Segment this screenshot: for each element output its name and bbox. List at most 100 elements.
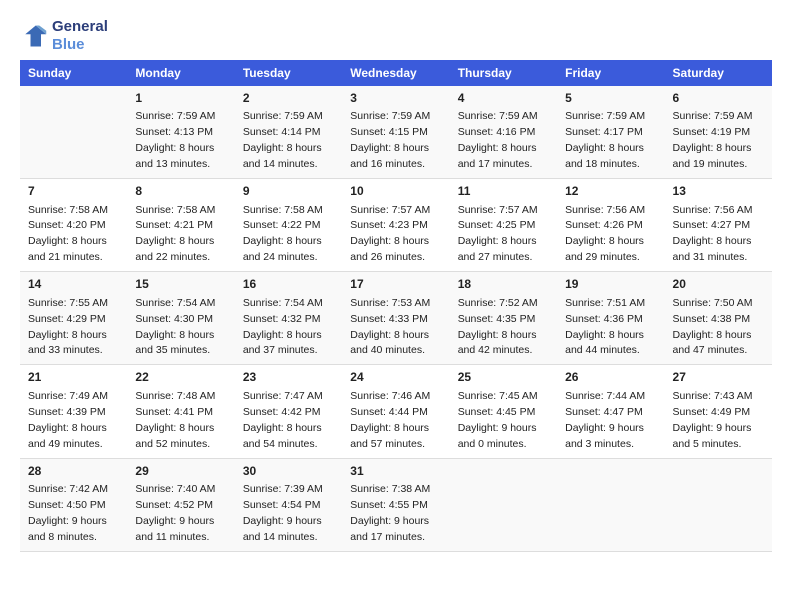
sunset-text: Sunset: 4:26 PM [565,219,643,231]
cell-w5-d2: 30Sunrise: 7:39 AMSunset: 4:54 PMDayligh… [235,458,342,551]
sunrise-text: Sunrise: 7:58 AM [135,204,215,216]
day-number: 6 [673,90,764,107]
sunrise-text: Sunrise: 7:56 AM [673,204,753,216]
cell-w3-d1: 15Sunrise: 7:54 AMSunset: 4:30 PMDayligh… [127,272,234,365]
daylight-text: Daylight: 9 hours and 14 minutes. [243,515,322,543]
cell-w1-d1: 1Sunrise: 7:59 AMSunset: 4:13 PMDaylight… [127,86,234,179]
week-row-5: 28Sunrise: 7:42 AMSunset: 4:50 PMDayligh… [20,458,772,551]
day-number: 23 [243,369,334,386]
logo-text: General Blue [52,18,108,54]
cell-w5-d6 [665,458,772,551]
col-tuesday: Tuesday [235,60,342,86]
day-number: 5 [565,90,656,107]
page: General Blue Sunday Monday Tuesday Wedne… [0,0,792,562]
day-number: 24 [350,369,441,386]
day-number: 2 [243,90,334,107]
day-number: 10 [350,183,441,200]
cell-w2-d3: 10Sunrise: 7:57 AMSunset: 4:23 PMDayligh… [342,179,449,272]
cell-w4-d0: 21Sunrise: 7:49 AMSunset: 4:39 PMDayligh… [20,365,127,458]
cell-w5-d0: 28Sunrise: 7:42 AMSunset: 4:50 PMDayligh… [20,458,127,551]
cell-w1-d5: 5 Sunrise: 7:59 AM Sunset: 4:17 PM Daylight… [557,86,664,179]
cell-w4-d3: 24Sunrise: 7:46 AMSunset: 4:44 PMDayligh… [342,365,449,458]
daylight-text: Daylight: 8 hours and 19 minutes. [673,142,752,170]
day-number: 12 [565,183,656,200]
sunset-text: Sunset: 4:27 PM [673,219,751,231]
day-number: 7 [28,183,119,200]
sunrise-text: Sunrise: 7:39 AM [243,483,323,495]
daylight-text: Daylight: 9 hours and 5 minutes. [673,422,752,450]
sunset-text: Sunset: 4:47 PM [565,406,643,418]
calendar-body: 1Sunrise: 7:59 AMSunset: 4:13 PMDaylight… [20,86,772,551]
sunset-text: Sunset: 4:49 PM [673,406,751,418]
daylight-text: Daylight: 8 hours and 27 minutes. [458,235,537,263]
sunrise-text: Sunrise: 7:59 AM [350,110,430,122]
cell-w5-d4 [450,458,557,551]
day-number: 20 [673,276,764,293]
sunset-text: Sunset: 4:19 PM [673,126,751,138]
col-thursday: Thursday [450,60,557,86]
sunrise-text: Sunrise: 7:59 AM [458,110,538,122]
cell-w3-d2: 16Sunrise: 7:54 AMSunset: 4:32 PMDayligh… [235,272,342,365]
daylight-text: Daylight: 8 hours and 54 minutes. [243,422,322,450]
calendar-table: Sunday Monday Tuesday Wednesday Thursday… [20,60,772,552]
cell-w4-d4: 25Sunrise: 7:45 AMSunset: 4:45 PMDayligh… [450,365,557,458]
day-number: 30 [243,463,334,480]
sunset-text: Sunset: 4:29 PM [28,313,106,325]
sunset-text: Sunset: 4:41 PM [135,406,213,418]
cell-w2-d0: 7Sunrise: 7:58 AMSunset: 4:20 PMDaylight… [20,179,127,272]
cell-w1-d3: 3Sunrise: 7:59 AMSunset: 4:15 PMDaylight… [342,86,449,179]
daylight-text: Daylight: 8 hours and 47 minutes. [673,329,752,357]
sunset-text: Sunset: 4:25 PM [458,219,536,231]
sunset-text: Sunset: 4:32 PM [243,313,321,325]
daylight-text: Daylight: 8 hours and 44 minutes. [565,329,644,357]
day-number: 25 [458,369,549,386]
cell-w2-d6: 13Sunrise: 7:56 AMSunset: 4:27 PMDayligh… [665,179,772,272]
cell-w2-d5: 12Sunrise: 7:56 AMSunset: 4:26 PMDayligh… [557,179,664,272]
cell-w1-d4: 4Sunrise: 7:59 AMSunset: 4:16 PMDaylight… [450,86,557,179]
sunset-text: Sunset: 4:21 PM [135,219,213,231]
daylight-text: Daylight: 8 hours and 18 minutes. [565,142,644,170]
daylight-text: Daylight: 8 hours and 49 minutes. [28,422,107,450]
sunset-text: Sunset: 4:38 PM [673,313,751,325]
sunset-text: Sunset: 4:30 PM [135,313,213,325]
week-row-2: 7 Sunrise: 7:58 AM Sunset: 4:20 PM Daylight… [20,179,772,272]
cell-w5-d1: 29Sunrise: 7:40 AMSunset: 4:52 PMDayligh… [127,458,234,551]
cell-w4-d6: 27Sunrise: 7:43 AMSunset: 4:49 PMDayligh… [665,365,772,458]
sunrise-text: Sunrise: 7:45 AM [458,390,538,402]
day-number: 27 [673,369,764,386]
sunset-text: Sunset: 4:35 PM [458,313,536,325]
daylight-text: Daylight: 8 hours and 24 minutes. [243,235,322,263]
cell-w1-d2: 2 Sunrise: 7:59 AM Sunset: 4:14 PM Daylight… [235,86,342,179]
cell-w3-d0: 14Sunrise: 7:55 AMSunset: 4:29 PMDayligh… [20,272,127,365]
cell-w3-d4: 18Sunrise: 7:52 AMSunset: 4:35 PMDayligh… [450,272,557,365]
sunrise-text: Sunrise: 7:59 AM [135,110,215,122]
sunset-text: Sunset: 4:14 PM [243,126,321,138]
daylight-text: Daylight: 8 hours and 14 minutes. [243,142,322,170]
sunrise-text: Sunrise: 7:59 AM [565,110,645,122]
sunrise-text: Sunrise: 7:59 AM [243,110,323,122]
sunrise-text: Sunrise: 7:53 AM [350,297,430,309]
sunset-text: Sunset: 4:17 PM [565,126,643,138]
sunset-text: Sunset: 4:20 PM [28,219,106,231]
sunset-text: Sunset: 4:23 PM [350,219,428,231]
daylight-text: Daylight: 8 hours and 42 minutes. [458,329,537,357]
day-number: 29 [135,463,226,480]
cell-w3-d5: 19Sunrise: 7:51 AMSunset: 4:36 PMDayligh… [557,272,664,365]
daylight-text: Daylight: 8 hours and 21 minutes. [28,235,107,263]
daylight-text: Daylight: 8 hours and 52 minutes. [135,422,214,450]
daylight-text: Daylight: 8 hours and 31 minutes. [673,235,752,263]
daylight-text: Daylight: 9 hours and 3 minutes. [565,422,644,450]
col-monday: Monday [127,60,234,86]
sunset-text: Sunset: 4:22 PM [243,219,321,231]
daylight-text: Daylight: 8 hours and 35 minutes. [135,329,214,357]
day-number: 16 [243,276,334,293]
header: General Blue [20,18,772,54]
daylight-text: Daylight: 8 hours and 33 minutes. [28,329,107,357]
day-number: 15 [135,276,226,293]
sunrise-text: Sunrise: 7:44 AM [565,390,645,402]
sunset-text: Sunset: 4:13 PM [135,126,213,138]
cell-w4-d5: 26Sunrise: 7:44 AMSunset: 4:47 PMDayligh… [557,365,664,458]
cell-w2-d4: 11Sunrise: 7:57 AMSunset: 4:25 PMDayligh… [450,179,557,272]
sunrise-text: Sunrise: 7:46 AM [350,390,430,402]
week-row-1: 1Sunrise: 7:59 AMSunset: 4:13 PMDaylight… [20,86,772,179]
